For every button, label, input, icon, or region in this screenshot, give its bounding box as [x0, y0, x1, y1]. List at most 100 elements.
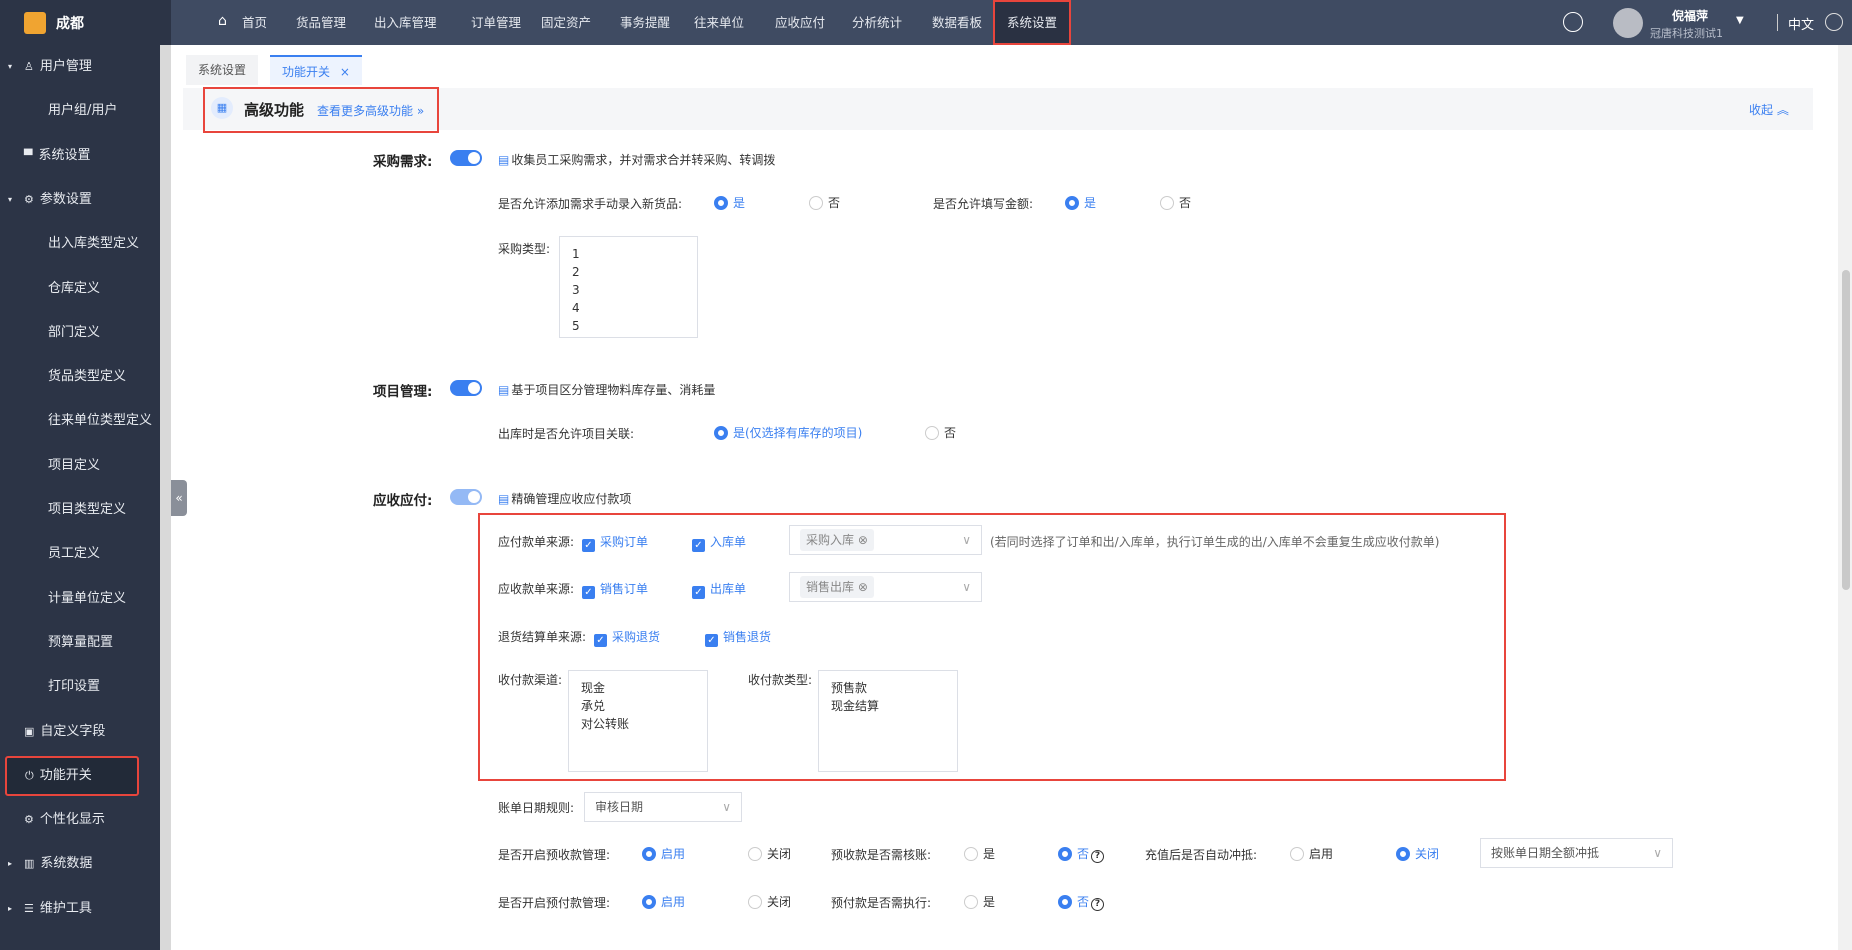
nav-item[interactable]: 数据看板: [932, 0, 982, 45]
payment-type-list[interactable]: 预售款 现金结算: [818, 670, 958, 772]
recharge-offset-close[interactable]: 关闭: [1396, 845, 1439, 862]
logo[interactable]: 成都: [0, 0, 171, 45]
sidebar-item[interactable]: 出入库类型定义: [0, 222, 160, 266]
sidebar-item[interactable]: 打印设置: [0, 665, 160, 709]
recharge-offset-select[interactable]: 按账单日期全额冲抵 ∨: [1480, 838, 1673, 868]
purchase-types-list[interactable]: 1 2 3 4 5: [559, 236, 698, 338]
nav-item[interactable]: 首页: [242, 0, 267, 45]
sidebar-item-label: 系统数据: [40, 856, 93, 872]
nav-item[interactable]: 往来单位: [694, 0, 744, 45]
sidebar-item-label: 预算量配置: [48, 634, 114, 650]
scrollbar-thumb[interactable]: [1842, 270, 1850, 590]
return-purchase-checkbox[interactable]: ✓ 采购退货: [594, 628, 660, 647]
sidebar-item-label: 项目定义: [48, 457, 101, 473]
sidebar-item[interactable]: 仓库定义: [0, 267, 160, 311]
receivable-type-select[interactable]: 销售出库 ⊗ ∨: [789, 572, 982, 602]
nav-item[interactable]: 应收应付: [775, 0, 825, 45]
project-link-yes[interactable]: 是(仅选择有库存的项目): [714, 424, 862, 441]
more-features-link[interactable]: 查看更多高级功能 »: [317, 102, 424, 119]
sidebar-item[interactable]: 项目类型定义: [0, 488, 160, 532]
nav-item[interactable]: 出入库管理: [374, 0, 437, 45]
doc-icon: ▤: [498, 153, 510, 167]
recharge-offset-enable[interactable]: 启用: [1290, 845, 1333, 862]
sidebar-item[interactable]: 计量单位定义: [0, 577, 160, 621]
collapse-section-link[interactable]: 收起 ︽: [1749, 101, 1789, 118]
prepayment-exec-label: 预付款是否需执行:: [831, 896, 932, 910]
sidebar-item[interactable]: ▀ 系统设置: [0, 134, 160, 178]
return-sales-checkbox[interactable]: ✓ 销售退货: [705, 628, 771, 647]
prepayment-exec-no[interactable]: 否?: [1058, 893, 1105, 911]
prereceipt-enable[interactable]: 启用: [642, 845, 685, 862]
gear-icon: ⚙: [24, 192, 34, 206]
list-item: 现金: [581, 681, 606, 695]
sidebar-item[interactable]: ▾ ⚙ 参数设置: [0, 178, 160, 222]
list-item: 预售款: [831, 681, 868, 695]
sidebar-item[interactable]: ▸ ☰ 维护工具: [0, 887, 160, 931]
receivable-outbound-checkbox[interactable]: ✓ 出库单: [692, 580, 746, 599]
sidebar-item[interactable]: 预算量配置: [0, 621, 160, 665]
prereceipt-verify-label: 预收款是否需核账:: [831, 848, 932, 862]
sync-icon[interactable]: [1563, 12, 1583, 32]
sidebar-item[interactable]: ▣ 自定义字段: [0, 710, 160, 754]
sidebar-item[interactable]: 货品类型定义: [0, 355, 160, 399]
prereceipt-close[interactable]: 关闭: [748, 845, 791, 862]
nav-item[interactable]: 事务提醒: [620, 0, 670, 45]
purchase-demand-desc: ▤ 收集员工采购需求，并对需求合并转采购、转调拨: [498, 151, 775, 168]
prereceipt-verify-yes[interactable]: 是: [964, 845, 995, 862]
sidebar-item[interactable]: 部门定义: [0, 311, 160, 355]
user-name: 倪福萍: [1672, 9, 1709, 23]
chevron-down-icon[interactable]: ▼: [1736, 15, 1744, 26]
prepayment-enable[interactable]: 启用: [642, 893, 685, 910]
caret-icon: ▸: [8, 859, 13, 869]
help-icon[interactable]: ?: [1091, 850, 1105, 863]
prereceipt-mgmt-label: 是否开启预收款管理:: [498, 848, 611, 862]
nav-item[interactable]: 固定资产: [541, 0, 591, 45]
prepayment-exec-yes[interactable]: 是: [964, 893, 995, 910]
nav-item[interactable]: 货品管理: [296, 0, 346, 45]
sidebar-item-label: 维护工具: [39, 900, 92, 916]
payment-channel-list[interactable]: 现金 承兑 对公转账: [568, 670, 708, 772]
prereceipt-verify-no[interactable]: 否?: [1058, 845, 1105, 863]
nav-item[interactable]: 订单管理: [471, 0, 521, 45]
sidebar-item-label: 计量单位定义: [48, 590, 127, 606]
sidebar-item[interactable]: 项目定义: [0, 444, 160, 488]
doc-icon: ▤: [498, 383, 510, 397]
nav-item[interactable]: 分析统计: [852, 0, 902, 45]
tab-label: 系统设置: [198, 63, 247, 77]
ar-ap-toggle[interactable]: [450, 489, 482, 505]
collapse-sidebar-button[interactable]: «: [171, 480, 187, 516]
globe-icon[interactable]: [1825, 13, 1843, 31]
sidebar-item-label: 往来单位类型定义: [48, 413, 153, 429]
nav-item[interactable]: 系统设置: [993, 0, 1072, 45]
payable-type-select[interactable]: 采购入库 ⊗ ∨: [789, 525, 982, 555]
bill-date-rule-select[interactable]: 审核日期 ∨: [584, 792, 742, 822]
allow-amount-no[interactable]: 否: [1160, 194, 1191, 211]
sidebar-item[interactable]: 用户组/用户: [0, 89, 160, 133]
bill-date-rule-label: 账单日期规则:: [498, 801, 575, 815]
purchase-demand-toggle[interactable]: [450, 150, 482, 166]
sidebar-item-label: 功能开关: [39, 767, 92, 783]
allow-new-goods-no[interactable]: 否: [809, 194, 840, 211]
close-icon[interactable]: ×: [340, 65, 350, 79]
help-icon[interactable]: ?: [1091, 898, 1105, 911]
tab-system-settings[interactable]: 系统设置: [186, 55, 259, 85]
sidebar-item[interactable]: 往来单位类型定义: [0, 399, 160, 443]
allow-amount-yes[interactable]: 是: [1065, 194, 1096, 211]
payable-inbound-checkbox[interactable]: ✓ 入库单: [692, 533, 746, 552]
tab-feature-switch[interactable]: 功能开关 ×: [270, 55, 362, 85]
sidebar-item[interactable]: ⏻ 功能开关: [5, 755, 139, 796]
sidebar-scrollbar[interactable]: [160, 45, 171, 950]
project-link-no[interactable]: 否: [925, 424, 956, 441]
allow-new-goods-yes[interactable]: 是: [714, 194, 745, 211]
payable-purchase-order-checkbox[interactable]: ✓ 采购订单: [582, 533, 648, 552]
ar-ap-desc: ▤ 精确管理应收应付款项: [498, 492, 632, 506]
prepayment-close[interactable]: 关闭: [748, 893, 791, 910]
avatar[interactable]: [1613, 8, 1643, 38]
language-switch[interactable]: 中文: [1788, 14, 1814, 33]
sidebar-item[interactable]: ▸ ▥ 系统数据: [0, 842, 160, 886]
receivable-sales-order-checkbox[interactable]: ✓ 销售订单: [582, 580, 648, 599]
project-mgmt-toggle[interactable]: [450, 380, 482, 396]
sidebar-item[interactable]: ▾ ♙ 用户管理: [0, 45, 160, 89]
sidebar-item[interactable]: 员工定义: [0, 532, 160, 576]
sidebar-item[interactable]: ⚙ 个性化显示: [0, 798, 160, 842]
